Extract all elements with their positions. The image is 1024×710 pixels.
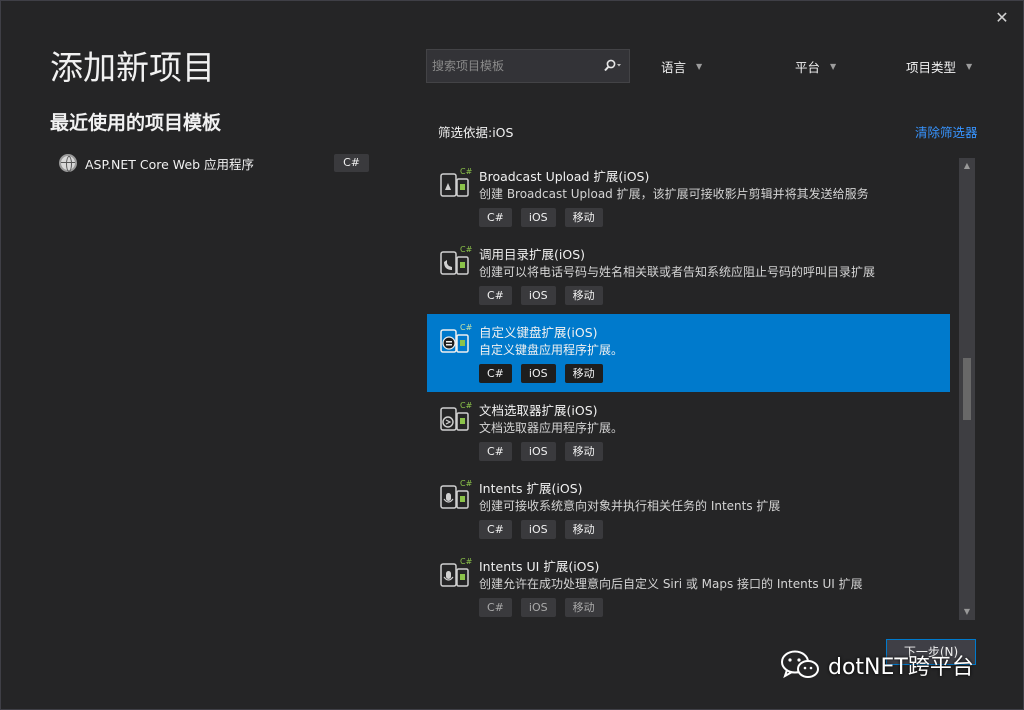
- tag-ios: iOS: [520, 208, 556, 227]
- template-list: C# Broadcast Upload 扩展(iOS) 创建 Broadcast…: [427, 158, 950, 620]
- template-name: 文档选取器扩展(iOS): [479, 403, 598, 418]
- tag-mobile: 移动: [564, 286, 603, 305]
- tag-mobile: 移动: [564, 442, 603, 461]
- ios-extension-icon: C#: [440, 401, 472, 431]
- watermark-text: dotNET跨平台: [828, 655, 974, 680]
- filter-status-label: 筛选依据:iOS: [438, 125, 514, 140]
- tag-mobile: 移动: [564, 208, 603, 227]
- tag-csharp: C#: [479, 520, 512, 539]
- search-icon: [604, 59, 621, 72]
- template-list-scrollbar[interactable]: ▲ ▼: [959, 158, 975, 620]
- tag-csharp: C#: [479, 442, 512, 461]
- template-item-intents-ui[interactable]: C# Intents UI 扩展(iOS) 创建允许在成功处理意向后自定义 Si…: [427, 548, 950, 620]
- template-item-document-picker[interactable]: C# 文档选取器扩展(iOS) 文档选取器应用程序扩展。 C# iOS 移动: [427, 392, 950, 470]
- csharp-badge: C#: [460, 245, 472, 254]
- recent-item-label: ASP.NET Core Web 应用程序: [85, 156, 255, 172]
- template-description: 自定义键盘应用程序扩展。: [479, 343, 624, 357]
- csharp-badge: C#: [460, 167, 472, 176]
- template-tags: C# iOS 移动: [479, 286, 603, 305]
- csharp-badge: C#: [460, 557, 472, 566]
- project-type-filter-label: 项目类型: [906, 59, 957, 75]
- template-description: 创建可以将电话号码与姓名相关联或者告知系统应阻止号码的呼叫目录扩展: [479, 265, 876, 279]
- scrollbar-thumb[interactable]: [963, 358, 971, 420]
- ios-extension-icon: C#: [440, 323, 472, 353]
- tag-ios: iOS: [520, 364, 556, 383]
- platform-filter-label: 平台: [795, 59, 821, 75]
- ios-extension-icon: C#: [440, 167, 472, 197]
- recent-item-tag: C#: [334, 154, 369, 172]
- template-tags: C# iOS 移动: [479, 364, 603, 383]
- template-tags: C# iOS 移动: [479, 520, 603, 539]
- watermark: dotNET跨平台: [780, 645, 974, 685]
- template-item-broadcast-upload[interactable]: C# Broadcast Upload 扩展(iOS) 创建 Broadcast…: [427, 158, 950, 236]
- tag-csharp: C#: [479, 364, 512, 383]
- template-item-custom-keyboard[interactable]: C# 自定义键盘扩展(iOS) 自定义键盘应用程序扩展。 C# iOS 移动: [427, 314, 950, 392]
- scroll-down-arrow-icon[interactable]: ▼: [959, 604, 975, 620]
- chevron-down-icon: ▼: [966, 61, 973, 71]
- tag-csharp: C#: [479, 286, 512, 305]
- tag-mobile: 移动: [564, 520, 603, 539]
- template-description: 创建 Broadcast Upload 扩展，该扩展可接收影片剪辑并将其发送给服…: [479, 187, 869, 201]
- tag-ios: iOS: [520, 286, 556, 305]
- tag-ios: iOS: [520, 598, 556, 617]
- template-name: Broadcast Upload 扩展(iOS): [479, 169, 650, 184]
- recent-item-aspnet-core[interactable]: ASP.NET Core Web 应用程序 C#: [59, 150, 369, 176]
- chevron-down-icon: ▼: [696, 61, 703, 71]
- template-tags: C# iOS 移动: [479, 598, 603, 617]
- search-button[interactable]: [597, 50, 629, 82]
- platform-filter-dropdown[interactable]: 平台 ▼: [795, 56, 836, 76]
- csharp-badge: C#: [460, 479, 472, 488]
- template-tags: C# iOS 移动: [479, 208, 603, 227]
- project-type-filter-dropdown[interactable]: 项目类型 ▼: [906, 56, 972, 76]
- dialog-title: 添加新项目: [50, 48, 215, 87]
- search-box: [426, 49, 630, 83]
- globe-icon: [59, 154, 77, 172]
- template-description: 创建允许在成功处理意向后自定义 Siri 或 Maps 接口的 Intents …: [479, 577, 863, 591]
- template-tags: C# iOS 移动: [479, 442, 603, 461]
- tag-mobile: 移动: [564, 598, 603, 617]
- recent-templates-heading: 最近使用的项目模板: [50, 112, 222, 134]
- language-filter-label: 语言: [661, 59, 687, 75]
- tag-ios: iOS: [520, 442, 556, 461]
- csharp-badge: C#: [460, 401, 472, 410]
- template-name: Intents UI 扩展(iOS): [479, 559, 600, 574]
- tag-csharp: C#: [479, 598, 512, 617]
- template-item-call-directory[interactable]: C# 调用目录扩展(iOS) 创建可以将电话号码与姓名相关联或者告知系统应阻止号…: [427, 236, 950, 314]
- ios-extension-icon: C#: [440, 245, 472, 275]
- search-input[interactable]: [427, 50, 597, 82]
- tag-csharp: C#: [479, 208, 512, 227]
- ios-extension-icon: C#: [440, 479, 472, 509]
- template-name: Intents 扩展(iOS): [479, 481, 583, 496]
- ios-extension-icon: C#: [440, 557, 472, 587]
- tag-ios: iOS: [520, 520, 556, 539]
- tag-mobile: 移动: [564, 364, 603, 383]
- template-name: 调用目录扩展(iOS): [479, 247, 586, 262]
- template-item-intents[interactable]: C# Intents 扩展(iOS) 创建可接收系统意向对象并执行相关任务的 I…: [427, 470, 950, 548]
- csharp-badge: C#: [460, 323, 472, 332]
- close-button[interactable]: ✕: [991, 7, 1013, 29]
- scroll-up-arrow-icon[interactable]: ▲: [959, 158, 975, 174]
- close-icon: ✕: [995, 8, 1009, 27]
- chevron-down-icon: ▼: [830, 61, 837, 71]
- template-description: 创建可接收系统意向对象并执行相关任务的 Intents 扩展: [479, 499, 781, 513]
- template-name: 自定义键盘扩展(iOS): [479, 325, 598, 340]
- template-description: 文档选取器应用程序扩展。: [479, 421, 624, 435]
- clear-filter-link[interactable]: 清除筛选器: [915, 122, 978, 141]
- language-filter-dropdown[interactable]: 语言 ▼: [661, 56, 702, 76]
- wechat-icon: [781, 650, 819, 679]
